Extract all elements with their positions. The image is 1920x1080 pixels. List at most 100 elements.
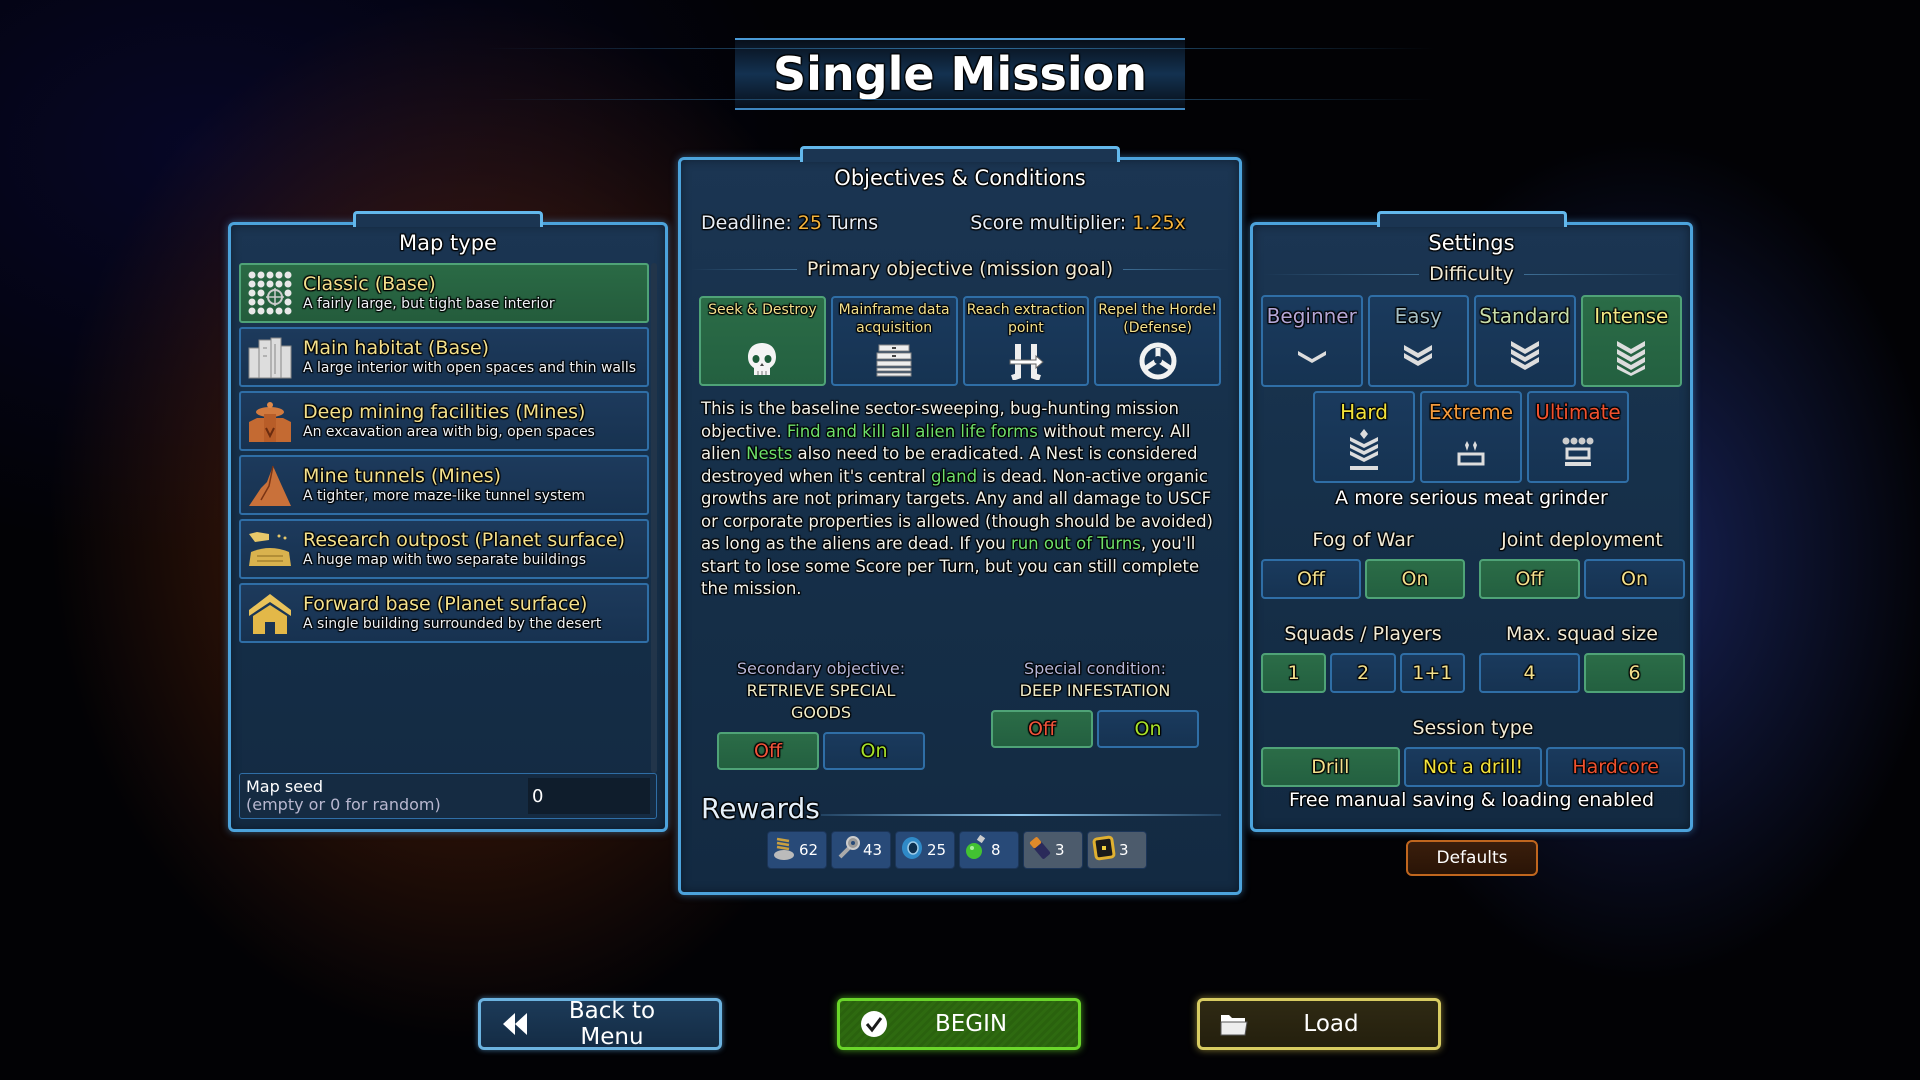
- defaults-button[interactable]: Defaults: [1406, 840, 1538, 876]
- map-seed-label: Map seed: [246, 777, 324, 796]
- bolt-nut-icon: [836, 835, 860, 865]
- squad-size-4-button[interactable]: 4: [1479, 653, 1580, 693]
- page-title: Single Mission: [773, 47, 1147, 101]
- squad-size-6-button[interactable]: 6: [1584, 653, 1685, 693]
- joint-on-button[interactable]: On: [1584, 559, 1685, 599]
- session-type-label: Session type: [1412, 717, 1534, 739]
- load-label: Load: [1303, 1011, 1359, 1037]
- map-desc: A large interior with open spaces and th…: [303, 360, 637, 376]
- begin-label: BEGIN: [934, 1011, 1008, 1037]
- squads-1plus1-button[interactable]: 1+1: [1399, 653, 1465, 693]
- map-desc: A tighter, more maze-like tunnel system: [303, 488, 585, 504]
- begin-button[interactable]: BEGIN: [837, 998, 1081, 1050]
- objective-mainframe-data[interactable]: Mainframe data acquisition: [830, 296, 958, 386]
- difficulty-intense[interactable]: Intense: [1580, 295, 1682, 387]
- difficulty-hard[interactable]: Hard: [1313, 391, 1415, 483]
- reward-count: 62: [799, 841, 819, 859]
- difficulty-ultimate[interactable]: Ultimate: [1527, 391, 1629, 483]
- reward-item: 8: [959, 831, 1019, 869]
- special-off-button[interactable]: Off: [991, 710, 1093, 748]
- data-stack-icon: [875, 343, 913, 381]
- squads-players-setting: Squads / Players 1 2 1+1: [1261, 621, 1465, 693]
- map-item-deep-mining[interactable]: Deep mining facilities (Mines) An excava…: [239, 391, 649, 451]
- session-not-a-drill-button[interactable]: Not a drill!: [1403, 747, 1543, 787]
- map-item-mine-tunnels[interactable]: Mine tunnels (Mines) A tighter, more maz…: [239, 455, 649, 515]
- map-name: Research outpost (Planet surface): [303, 529, 626, 551]
- difficulty-extreme[interactable]: Extreme: [1420, 391, 1522, 483]
- objective-reach-extraction[interactable]: Reach extraction point: [962, 296, 1090, 386]
- checkmark-circle-icon: [854, 1009, 894, 1039]
- reward-count: 8: [991, 841, 1001, 859]
- chip-icon: [1092, 835, 1116, 865]
- difficulty-label: Standard: [1479, 304, 1571, 328]
- difficulty-label: Intense: [1594, 304, 1669, 328]
- map-list: Classic (Base) A fairly large, but tight…: [239, 263, 649, 647]
- map-list-scrollbar[interactable]: [651, 263, 657, 773]
- green-flask-icon: [964, 834, 988, 865]
- reward-count: 25: [927, 841, 947, 859]
- session-hardcore-button[interactable]: Hardcore: [1546, 747, 1686, 787]
- back-to-menu-button[interactable]: Back to Menu: [478, 998, 722, 1050]
- max-squad-size-setting: Max. squad size 4 6: [1479, 621, 1685, 693]
- coil-icon: [772, 835, 796, 865]
- special-on-button[interactable]: On: [1097, 710, 1199, 748]
- secondary-off-button[interactable]: Off: [717, 732, 819, 770]
- objectives-title: Objectives & Conditions: [834, 166, 1086, 190]
- deadline: Deadline: 25 Turns: [701, 212, 878, 234]
- fog-of-war-setting: Fog of War Off On: [1261, 527, 1465, 599]
- general-rank-icon: [1559, 435, 1597, 473]
- map-item-forward-base[interactable]: Forward base (Planet surface) A single b…: [239, 583, 649, 643]
- load-button[interactable]: Load: [1197, 998, 1441, 1050]
- special-condition-title: Special condition:: [1023, 659, 1167, 678]
- map-item-classic[interactable]: Classic (Base) A fairly large, but tight…: [239, 263, 649, 323]
- objective-repel-horde[interactable]: Repel the Horde! (Defense): [1094, 296, 1221, 386]
- extraction-icon: [1006, 342, 1046, 384]
- objective-seek-destroy[interactable]: Seek & Destroy: [699, 296, 826, 386]
- fog-on-button[interactable]: On: [1365, 559, 1465, 599]
- secondary-on-button[interactable]: On: [823, 732, 925, 770]
- session-type-setting: Session type Drill Not a drill! Hardcore: [1261, 715, 1686, 787]
- reward-item: 25: [895, 831, 955, 869]
- chevron-rank-1-icon: [1295, 339, 1329, 377]
- joint-off-button[interactable]: Off: [1479, 559, 1580, 599]
- primary-objective-options: Seek & Destroy Mainframe data acquisitio…: [699, 296, 1221, 386]
- folder-icon: [1214, 1011, 1254, 1037]
- difficulty-standard[interactable]: Standard: [1474, 295, 1576, 387]
- map-item-research-outpost[interactable]: Research outpost (Planet surface) A huge…: [239, 519, 649, 579]
- panel-tab: [800, 146, 1120, 162]
- special-condition: Special condition: DEEP INFESTATION Off …: [991, 658, 1199, 748]
- primary-objective-heading: Primary objective (mission goal): [681, 258, 1239, 280]
- defense-shield-icon: [1138, 342, 1178, 384]
- mining-tower-icon: [245, 396, 295, 446]
- squads-2-button[interactable]: 2: [1330, 653, 1396, 693]
- map-item-main-habitat[interactable]: Main habitat (Base) A large interior wit…: [239, 327, 649, 387]
- session-drill-button[interactable]: Drill: [1261, 747, 1400, 787]
- squads-players-label: Squads / Players: [1284, 623, 1442, 645]
- map-seed-row: Map seed (empty or 0 for random): [239, 773, 657, 819]
- difficulty-options-row-1: Beginner Easy Standard Intense: [1261, 295, 1682, 387]
- difficulty-label: Ultimate: [1535, 400, 1621, 424]
- difficulty-beginner[interactable]: Beginner: [1261, 295, 1363, 387]
- primary-objective-label: Primary objective (mission goal): [806, 258, 1114, 280]
- rewards-title: Rewards: [701, 792, 820, 825]
- map-desc: A huge map with two separate buildings: [303, 552, 587, 568]
- map-name: Classic (Base): [303, 273, 436, 295]
- squads-1-button[interactable]: 1: [1261, 653, 1327, 693]
- habitat-building-icon: [245, 332, 295, 382]
- deadline-label: Deadline:: [701, 212, 792, 234]
- map-seed-input[interactable]: [528, 778, 650, 814]
- objective-label: Reach extraction point: [966, 302, 1086, 336]
- score-value: 1.25x: [1132, 212, 1186, 234]
- heading-divider: [1263, 274, 1420, 275]
- difficulty-easy[interactable]: Easy: [1367, 295, 1469, 387]
- secondary-objective-value: RETRIEVE SPECIAL GOODS: [746, 681, 896, 722]
- score-label: Score multiplier:: [970, 212, 1127, 234]
- heading-divider: [1123, 269, 1229, 270]
- description-highlight: gland: [930, 466, 978, 486]
- settings-title: Settings: [1428, 231, 1515, 255]
- fog-off-button[interactable]: Off: [1261, 559, 1361, 599]
- grid-dots-icon: [245, 268, 295, 318]
- session-description: Free manual saving & loading enabled: [1288, 789, 1655, 811]
- map-desc: A single building surrounded by the dese…: [303, 616, 602, 632]
- reward-count: 3: [1119, 841, 1129, 859]
